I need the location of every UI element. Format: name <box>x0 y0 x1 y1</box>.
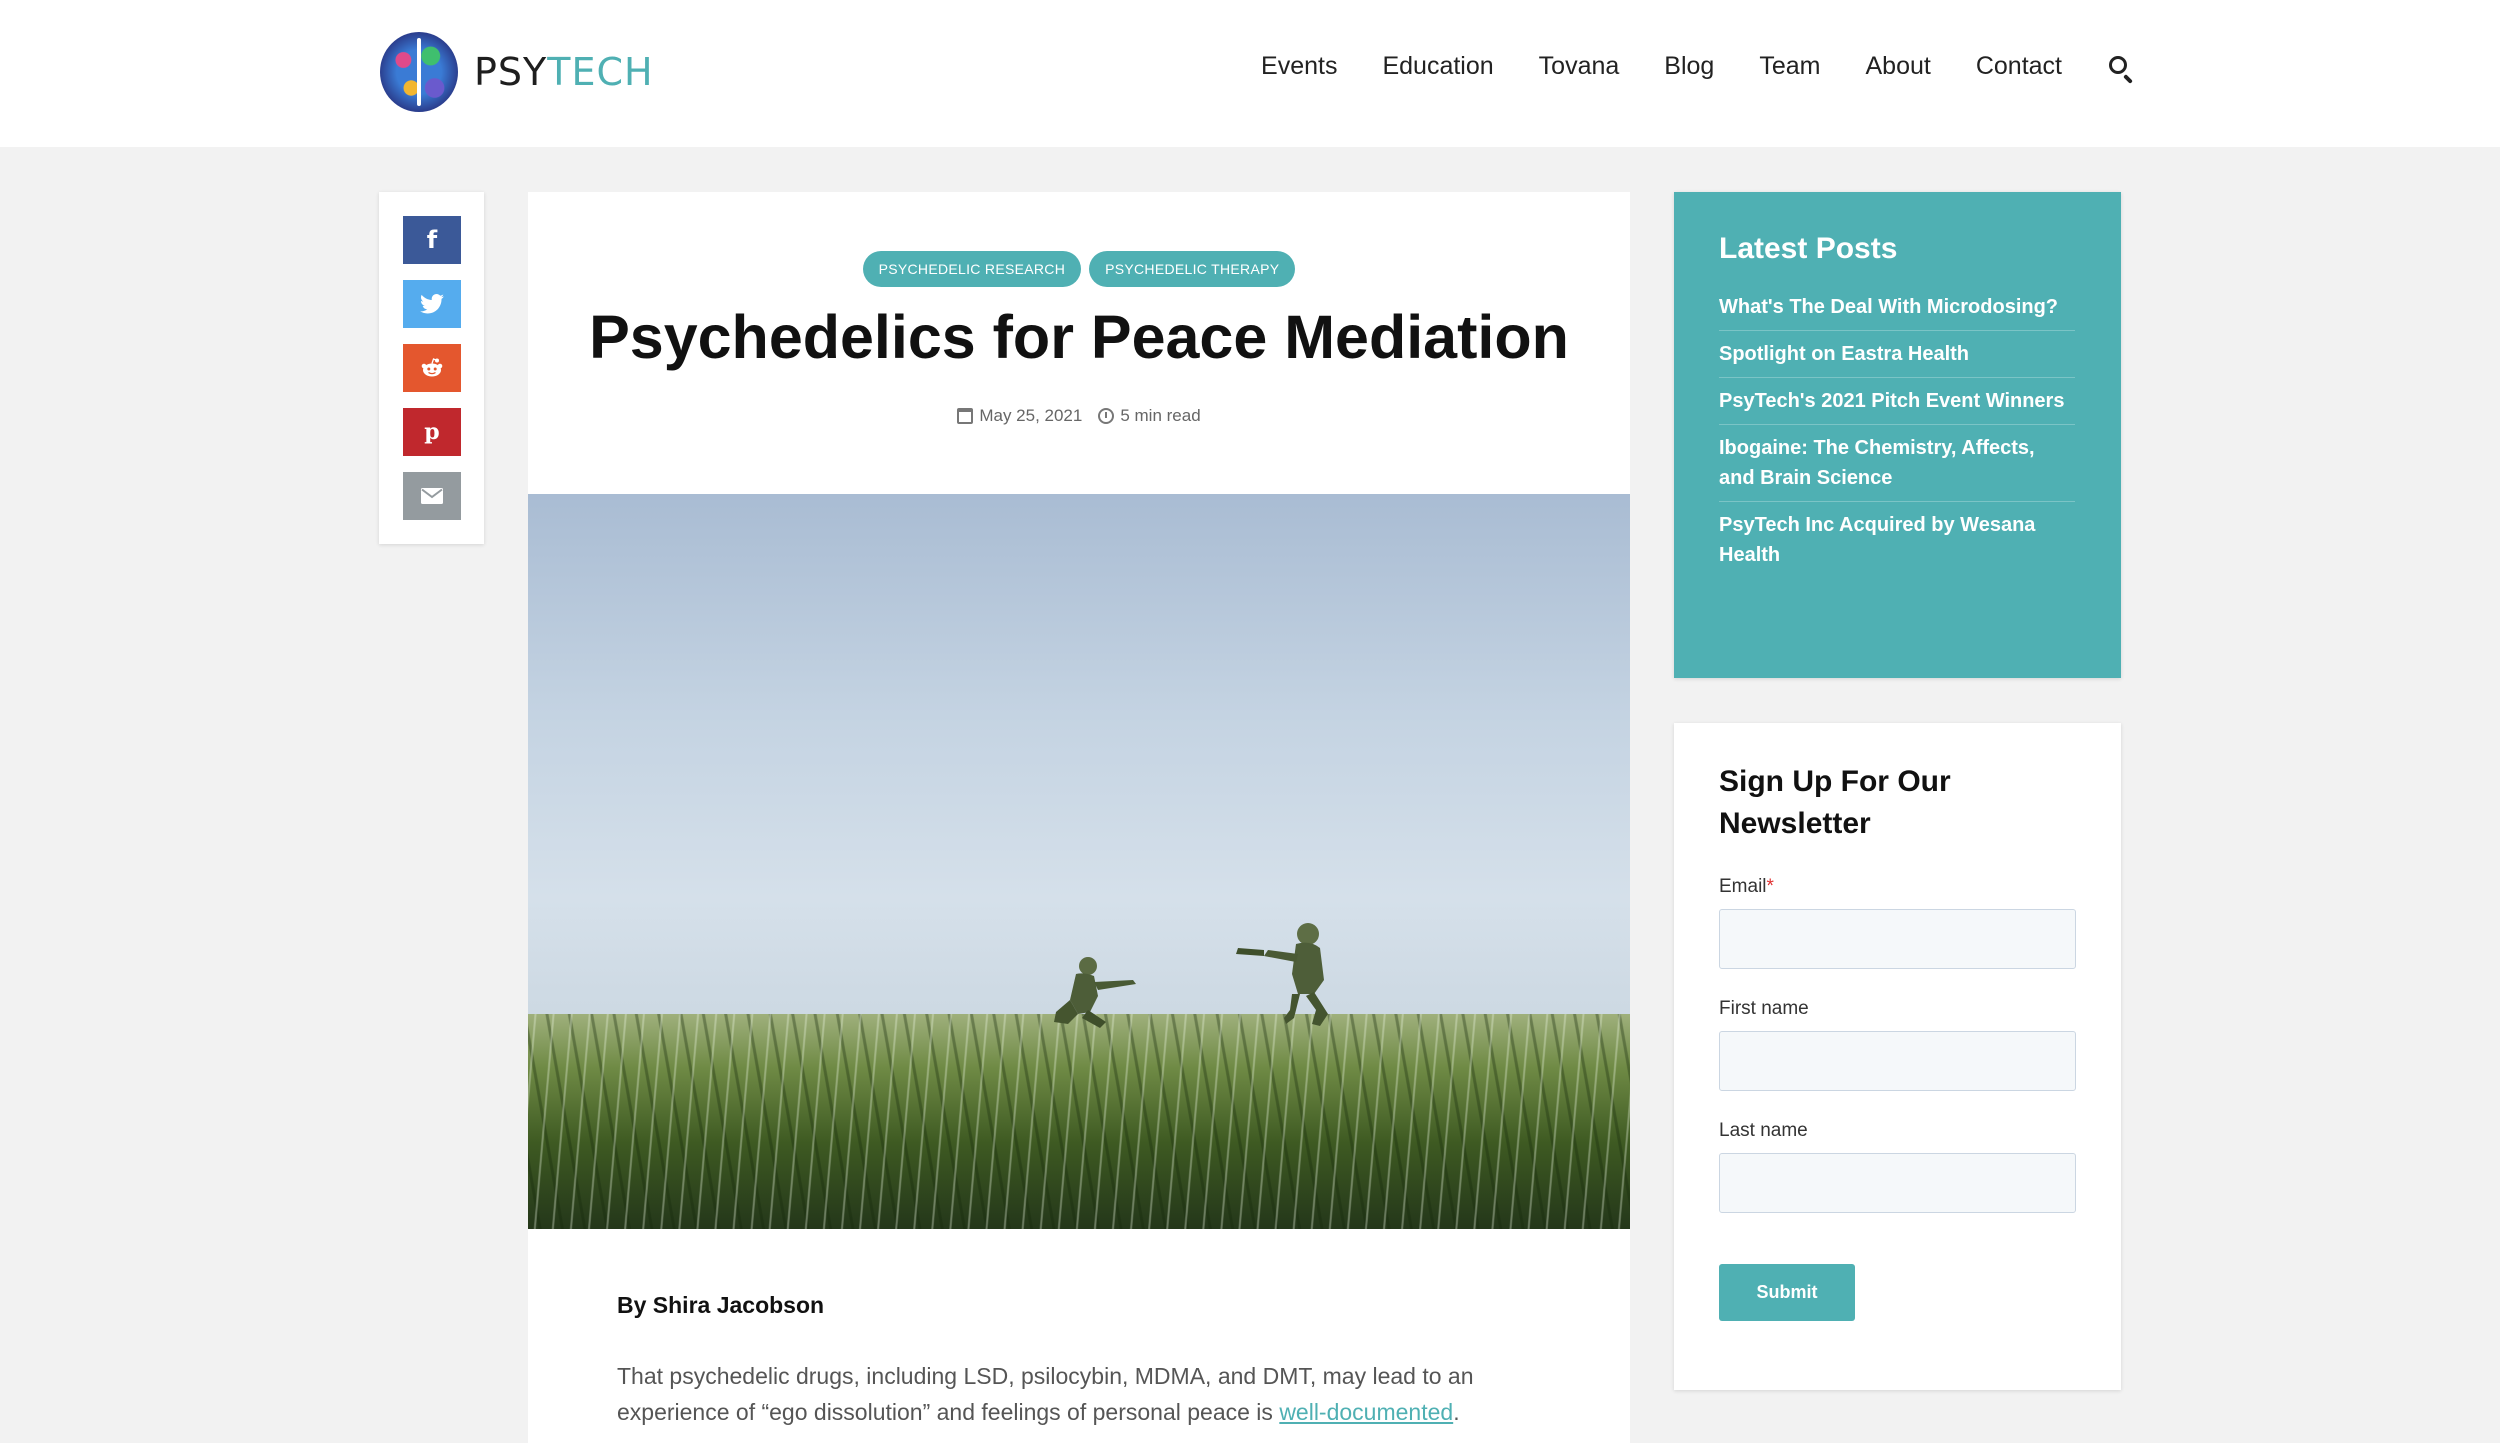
hero-image <box>528 494 1630 1229</box>
share-reddit-button[interactable] <box>403 344 461 392</box>
article-intro-paragraph: That psychedelic drugs, including LSD, p… <box>617 1363 1474 1425</box>
latest-post-link[interactable]: Ibogaine: The Chemistry, Affects, and Br… <box>1719 425 2075 502</box>
latest-post-link[interactable]: Spotlight on Eastra Health <box>1719 331 2075 378</box>
newsletter-widget: Sign Up For Our Newsletter Email* First … <box>1674 723 2121 1390</box>
nav-events[interactable]: Events <box>1261 52 1337 81</box>
share-twitter-button[interactable] <box>403 280 461 328</box>
toy-soldier-left <box>1054 957 1136 1028</box>
last-name-label: Last name <box>1719 1120 1808 1141</box>
latest-posts-widget: Latest Posts What's The Deal With Microd… <box>1674 192 2121 678</box>
article-card: PSYCHEDELIC RESEARCH PSYCHEDELIC THERAPY… <box>528 192 1630 1443</box>
latest-post-link[interactable]: PsyTech Inc Acquired by Wesana Health <box>1719 502 2075 578</box>
reddit-icon <box>421 358 443 377</box>
latest-post-link[interactable]: What's The Deal With Microdosing? <box>1719 284 2075 331</box>
nav-blog[interactable]: Blog <box>1664 52 1714 81</box>
share-bar: f p <box>379 192 484 544</box>
tag-psychedelic-therapy[interactable]: PSYCHEDELIC THERAPY <box>1089 251 1296 287</box>
share-facebook-button[interactable]: f <box>403 216 461 264</box>
search-icon <box>2109 55 2127 74</box>
email-label: Email* <box>1719 876 1774 897</box>
submit-button[interactable]: Submit <box>1719 1264 1855 1321</box>
tag-psychedelic-research[interactable]: PSYCHEDELIC RESEARCH <box>862 251 1082 287</box>
article-title: Psychedelics for Peace Mediation <box>589 303 1569 371</box>
brain-logo-icon <box>380 32 458 112</box>
nav-contact[interactable]: Contact <box>1976 52 2062 81</box>
latest-posts-title: Latest Posts <box>1719 232 1898 265</box>
pinterest-icon: p <box>424 419 440 445</box>
nav-education[interactable]: Education <box>1382 52 1493 81</box>
latest-posts-list: What's The Deal With Microdosing? Spotli… <box>1719 284 2075 578</box>
publish-date: May 25, 2021 <box>957 406 1082 426</box>
share-email-button[interactable] <box>403 472 461 520</box>
well-documented-link[interactable]: well-documented <box>1279 1399 1453 1425</box>
email-field[interactable] <box>1719 909 2076 969</box>
grass-area <box>528 1014 1630 1229</box>
first-name-field[interactable] <box>1719 1031 2076 1091</box>
latest-post-link[interactable]: PsyTech's 2021 Pitch Event Winners <box>1719 378 2075 425</box>
article-byline: By Shira Jacobson <box>617 1292 825 1318</box>
share-pinterest-button[interactable]: p <box>403 408 461 456</box>
email-icon <box>421 488 443 504</box>
required-marker: * <box>1766 876 1774 897</box>
article-meta: May 25, 2021 5 min read <box>528 406 1630 426</box>
calendar-icon <box>957 408 974 424</box>
twitter-icon <box>420 294 444 314</box>
search-button[interactable] <box>2107 54 2133 80</box>
facebook-icon: f <box>426 226 438 254</box>
site-logo[interactable]: PSYTECH <box>380 32 654 112</box>
toy-soldier-right <box>1236 923 1328 1026</box>
read-time: 5 min read <box>1098 406 1201 426</box>
clock-icon <box>1098 408 1115 424</box>
last-name-field[interactable] <box>1719 1153 2076 1213</box>
logo-text: PSYTECH <box>474 50 654 94</box>
newsletter-title: Sign Up For Our Newsletter <box>1719 765 1951 840</box>
site-header: PSYTECH Events Education Tovana Blog Tea… <box>0 0 2500 147</box>
main-nav: Events Education Tovana Blog Team About … <box>1216 52 2133 81</box>
nav-tovana[interactable]: Tovana <box>1539 52 1620 81</box>
nav-about[interactable]: About <box>1865 52 1930 81</box>
nav-team[interactable]: Team <box>1759 52 1820 81</box>
tag-list: PSYCHEDELIC RESEARCH PSYCHEDELIC THERAPY <box>528 251 1630 287</box>
first-name-label: First name <box>1719 998 1809 1019</box>
